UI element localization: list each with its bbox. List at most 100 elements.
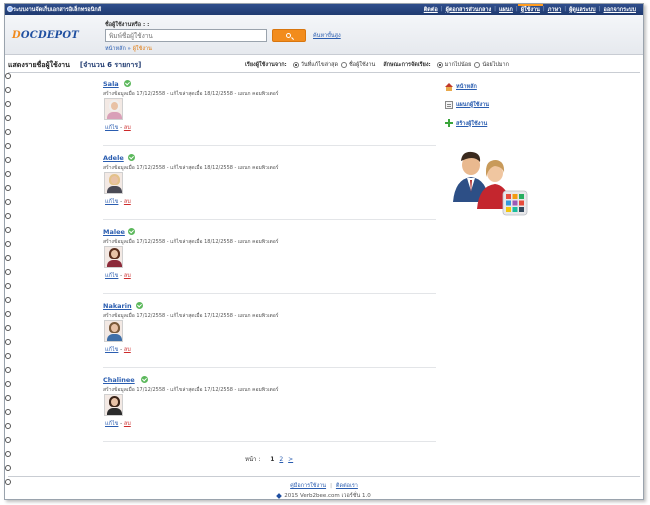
sort-radio-name[interactable] <box>341 62 348 68</box>
home-icon <box>445 83 453 91</box>
binder-ring <box>5 269 11 275</box>
edit-link[interactable]: แก้ไข <box>105 125 118 131</box>
edit-link[interactable]: แก้ไข <box>105 273 118 279</box>
footer: คู่มือการใช้งาน | ติดต่อเรา 2015 Verb2bee.… <box>5 482 643 499</box>
binder-ring <box>5 325 11 331</box>
user-list-item: Adele สร้างข้อมูลเมื่อ 17/12/2558 - แก้ไข… <box>103 152 436 220</box>
binder-ring <box>5 423 11 429</box>
edit-link[interactable]: แก้ไข <box>105 421 118 427</box>
app-window: ระบบงานจัดเก็บเอกสารอิเล็กทรอนิกส์ ติดต่… <box>4 3 644 500</box>
search-input[interactable] <box>105 29 267 42</box>
copyright-icon <box>276 492 283 499</box>
side-item-home-label: หน้าหลัก <box>456 84 477 90</box>
binder-ring <box>5 73 11 79</box>
delete-link[interactable]: ลบ <box>124 347 131 353</box>
edit-link[interactable]: แก้ไข <box>105 347 118 353</box>
delete-link[interactable]: ลบ <box>124 125 131 131</box>
user-actions: แก้ไข - ลบ <box>105 420 131 428</box>
binder-ring <box>5 451 11 457</box>
side-item-manage-label: แผนกผู้ใช้งาน <box>456 102 490 108</box>
top-menu-item[interactable]: ผู้ใช้งาน <box>517 4 543 14</box>
logo-first-letter: D <box>12 30 21 41</box>
top-menu-item[interactable]: ติดต่อ <box>421 6 441 14</box>
copyright-text: 2015 Verb2bee.com เวอร์ชั่น 1.0 <box>284 493 371 499</box>
user-name-link[interactable]: Adele <box>103 154 124 162</box>
binder-ring <box>5 367 11 373</box>
binder-ring <box>5 255 11 261</box>
top-menu-item[interactable]: ออกจากระบบ <box>601 6 639 14</box>
user-meta: สร้างข้อมูลเมื่อ 17/12/2558 - แก้ไขล่าสุ… <box>103 239 279 245</box>
footer-manual-link[interactable]: คู่มือการใช้งาน <box>290 483 326 489</box>
binder-ring <box>5 311 11 317</box>
binder-ring <box>5 157 11 163</box>
top-menu-item[interactable]: ผู้ดูแลระบบ <box>566 6 599 14</box>
order-radio-desc[interactable] <box>436 62 443 68</box>
breadcrumb-current: ผู้ใช้งาน <box>132 46 152 52</box>
user-name-link[interactable]: Sala <box>103 80 119 88</box>
delete-link[interactable]: ลบ <box>124 421 131 427</box>
avatar <box>104 98 123 120</box>
advanced-search-link[interactable]: ค้นหาขั้นสูง <box>313 32 341 40</box>
binder-ring <box>5 409 11 415</box>
footer-contact-link[interactable]: ติดต่อเรา <box>336 483 358 489</box>
sort-bar: เรียงผู้ใช้งานจาก: วันที่แก้ไขล่าสุด ชื่… <box>245 61 509 69</box>
pager-current: 1 <box>270 456 275 463</box>
user-meta: สร้างข้อมูลเมื่อ 17/12/2558 - แก้ไขล่าสุ… <box>103 165 279 171</box>
plus-icon <box>445 119 453 127</box>
verified-icon <box>123 80 131 87</box>
user-list-item: Nakarin สร้างข้อมูลเมื่อ 17/12/2558 - แก้… <box>103 300 436 368</box>
docdepot-logo[interactable]: DOCDEPOT <box>12 30 79 41</box>
users-group-icon <box>453 151 528 216</box>
edit-link[interactable]: แก้ไข <box>105 199 118 205</box>
search-label: ชื่อผู้ใช้งานหรือ : : <box>105 22 150 28</box>
pager-label: หน้า : <box>245 456 261 463</box>
delete-link[interactable]: ลบ <box>124 199 131 205</box>
list-count: [จำนวน 6 รายการ] <box>79 61 142 69</box>
search-button[interactable] <box>272 29 306 42</box>
user-name-link[interactable]: Chalinee <box>103 376 135 384</box>
user-list-item: Chalinee สร้างข้อมูลเมื่อ 17/12/2558 - แก… <box>103 374 436 442</box>
user-name-link[interactable]: Nakarin <box>103 302 132 310</box>
footer-separator: | <box>330 483 332 489</box>
top-menu-item[interactable]: ผู้ตอกสารส่วนกลาง <box>443 6 495 14</box>
sort-option-name: ชื่อผู้ใช้งาน <box>349 62 376 68</box>
delete-link[interactable]: ลบ <box>124 273 131 279</box>
binder-ring <box>5 241 11 247</box>
system-title: ระบบงานจัดเก็บเอกสารอิเล็กทรอนิกส์ <box>13 7 102 13</box>
search-icon-handle <box>290 37 295 41</box>
order-option-asc: น้อยไปมาก <box>482 62 509 68</box>
avatar <box>104 246 123 268</box>
header: DOCDEPOT ชื่อผู้ใช้งานหรือ : : ค้นหาขั้น… <box>5 15 643 55</box>
copyright: 2015 Verb2bee.com เวอร์ชั่น 1.0 <box>5 492 643 499</box>
binder-ring <box>5 101 11 107</box>
order-label: ลักษณะการจัดเรียง: <box>383 62 431 68</box>
breadcrumb-separator: » <box>125 46 133 52</box>
binder-ring <box>5 283 11 289</box>
side-item-create-label: สร้างผู้ใช้งาน <box>456 121 488 127</box>
avatar <box>104 172 123 194</box>
page-title: แสดงรายชื่อผู้ใช้งาน [จำนวน 6 รายการ] <box>8 60 141 71</box>
pager-next[interactable]: > <box>288 456 293 463</box>
breadcrumb-home[interactable]: หน้าหลัก <box>105 46 126 52</box>
sort-option-modified: วันที่แก้ไขล่าสุด <box>300 62 339 68</box>
top-menu: ติดต่อ | ผู้ตอกสารส่วนกลาง | แผนก | ผู้ใช้งาน |… <box>421 4 639 14</box>
list-icon <box>445 101 453 109</box>
order-radio-asc[interactable] <box>474 62 481 68</box>
user-meta: สร้างข้อมูลเมื่อ 17/12/2558 - แก้ไขล่าสุ… <box>103 91 279 97</box>
top-menu-item[interactable]: ภาษา <box>545 6 564 14</box>
binder-ring <box>5 395 11 401</box>
verified-icon <box>136 302 144 309</box>
binder-ring <box>5 381 11 387</box>
user-list-item: Malee สร้างข้อมูลเมื่อ 17/12/2558 - แก้ไข… <box>103 226 436 294</box>
user-actions: แก้ไข - ลบ <box>105 272 131 280</box>
user-list-item: Sala สร้างข้อมูลเมื่อ 17/12/2558 - แก้ไขล… <box>103 78 436 146</box>
user-name-link[interactable]: Malee <box>103 228 125 236</box>
binder-ring <box>5 339 11 345</box>
list-title-text: แสดงรายชื่อผู้ใช้งาน <box>8 61 70 69</box>
binder-ring <box>5 171 11 177</box>
pager-page-2[interactable]: 2 <box>279 456 283 463</box>
divider <box>8 72 640 73</box>
binder-rings <box>5 73 13 488</box>
top-menu-item[interactable]: แผนก <box>496 6 516 14</box>
sort-radio-modified[interactable] <box>292 62 299 68</box>
